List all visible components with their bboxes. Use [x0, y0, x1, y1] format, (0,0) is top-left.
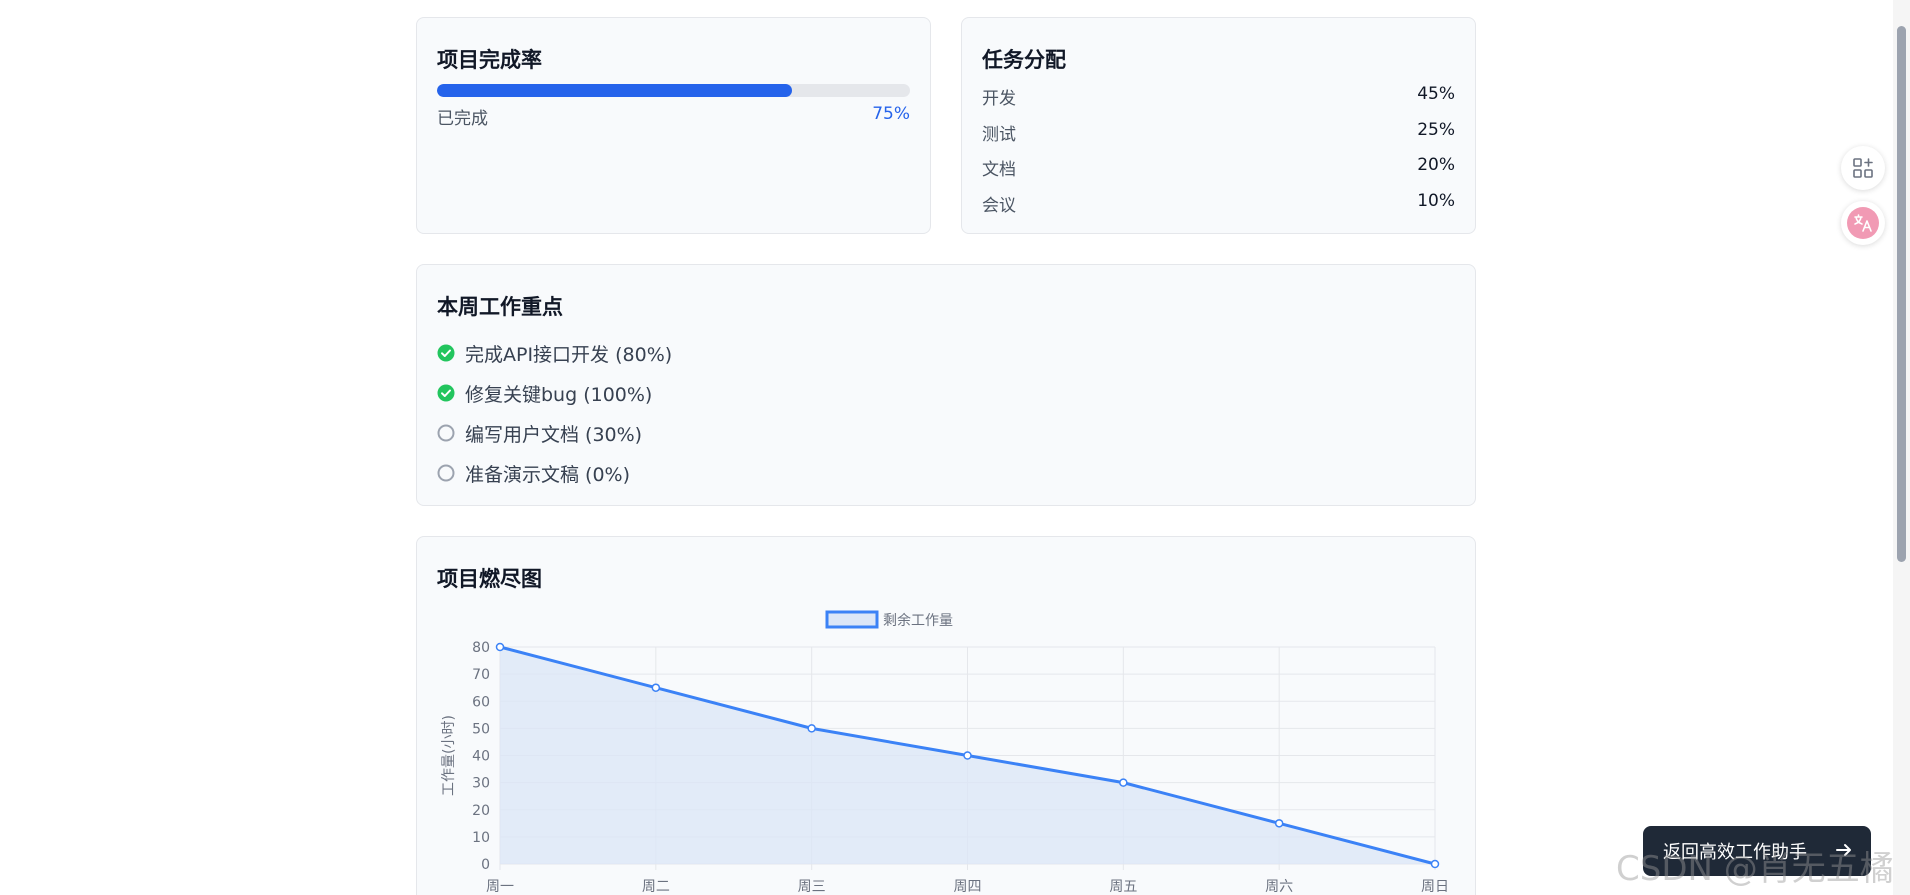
weekly-focus-title: 本周工作重点	[437, 295, 563, 319]
completion-progress-track	[437, 84, 910, 97]
focus-item-text: 修复关键bug (100%)	[465, 383, 653, 406]
task-percent: 25%	[1417, 119, 1455, 140]
apps-add-button[interactable]	[1841, 146, 1885, 190]
translate-button[interactable]	[1841, 201, 1885, 245]
x-tick-label: 周日	[1421, 879, 1449, 895]
task-name: 文档	[982, 160, 1016, 180]
task-percent: 10%	[1417, 190, 1455, 211]
focus-item: 准备演示文稿 (0%)	[437, 453, 672, 493]
y-tick-label: 0	[481, 857, 490, 873]
task-row-meeting: 会议 10%	[982, 191, 1455, 227]
task-row-docs: 文档 20%	[982, 155, 1455, 191]
data-point	[807, 724, 816, 733]
data-point	[651, 683, 661, 692]
x-tick-label: 周五	[1109, 879, 1137, 895]
task-percent: 20%	[1417, 155, 1455, 175]
focus-item: 完成API接口开发 (80%)	[437, 333, 672, 373]
translate-icon	[1847, 207, 1879, 239]
focus-item-text: 完成API接口开发 (80%)	[465, 343, 673, 366]
weekly-focus-card: 本周工作重点 完成API接口开发 (80%) 修复关键bug (100%) 编写…	[416, 264, 1476, 506]
task-row-dev: 开发 45%	[982, 84, 1455, 120]
completion-title: 项目完成率	[437, 48, 542, 72]
task-name: 开发	[982, 89, 1016, 109]
scrollbar-thumb[interactable]	[1897, 26, 1906, 562]
apps-add-icon	[1853, 158, 1873, 178]
y-tick-label: 50	[472, 721, 490, 737]
y-tick-label: 30	[472, 776, 490, 792]
focus-item: 修复关键bug (100%)	[437, 373, 672, 413]
data-point	[1274, 819, 1284, 828]
task-list: 开发 45% 测试 25% 文档 20% 会议 10%	[982, 84, 1455, 226]
completion-card: 项目完成率 已完成 75%	[416, 17, 931, 234]
y-tick-label: 20	[472, 803, 490, 819]
check-circle-icon	[437, 384, 455, 402]
y-tick-label: 80	[472, 640, 490, 656]
y-tick-label: 60	[472, 694, 490, 710]
task-name: 测试	[982, 124, 1016, 145]
burndown-chart: 0 10 20 30 40 50 60 70 80 周一 周二 周三 周四 周五 周六 周日 剩余工作量工作量(…	[441, 610, 1449, 895]
task-name: 会议	[982, 195, 1016, 216]
task-distribution-card: 任务分配 开发 45% 测试 25% 文档 20% 会议 10%	[961, 17, 1476, 234]
x-tick-label: 周一	[486, 879, 514, 895]
completion-progress-fill	[437, 84, 792, 97]
data-point	[1430, 859, 1440, 869]
focus-item-text: 编写用户文档 (30%)	[465, 423, 643, 446]
focus-list: 完成API接口开发 (80%) 修复关键bug (100%) 编写用户文档 (3…	[437, 333, 672, 493]
check-circle-icon	[437, 344, 455, 362]
data-point	[1119, 778, 1128, 787]
x-tick-label: 周三	[798, 879, 826, 895]
y-tick-label: 70	[472, 667, 490, 683]
y-axis-label: 工作量(小时)	[441, 715, 457, 796]
completion-value: 75%	[872, 104, 910, 124]
watermark: CSDN @肖无五橘	[1616, 849, 1894, 889]
empty-circle-icon	[437, 464, 455, 482]
data-point	[963, 751, 972, 760]
burndown-card: 项目燃尽图 0 10 20 30 40 50 60 70 80 周一 周二 周三 周四 周五 周六 周日 剩余工…	[416, 536, 1476, 895]
task-row-test: 测试 25%	[982, 120, 1455, 156]
completion-label: 已完成	[437, 109, 488, 129]
task-percent: 45%	[1417, 84, 1455, 104]
y-tick-label: 10	[472, 830, 490, 846]
legend-label: 剩余工作量	[883, 612, 953, 629]
legend-swatch	[825, 610, 879, 629]
page: 项目完成率 已完成 75% 任务分配 开发 45% 测试 25% 文档 20% …	[0, 0, 1910, 895]
x-tick-label: 周六	[1265, 879, 1293, 895]
y-tick-label: 40	[472, 749, 490, 765]
x-tick-label: 周二	[642, 879, 670, 895]
empty-circle-icon	[437, 424, 455, 442]
x-tick-label: 周四	[954, 879, 982, 895]
data-point	[495, 642, 505, 652]
focus-item-text: 准备演示文稿 (0%)	[465, 463, 631, 486]
task-distribution-title: 任务分配	[982, 48, 1066, 72]
focus-item: 编写用户文档 (30%)	[437, 413, 672, 453]
